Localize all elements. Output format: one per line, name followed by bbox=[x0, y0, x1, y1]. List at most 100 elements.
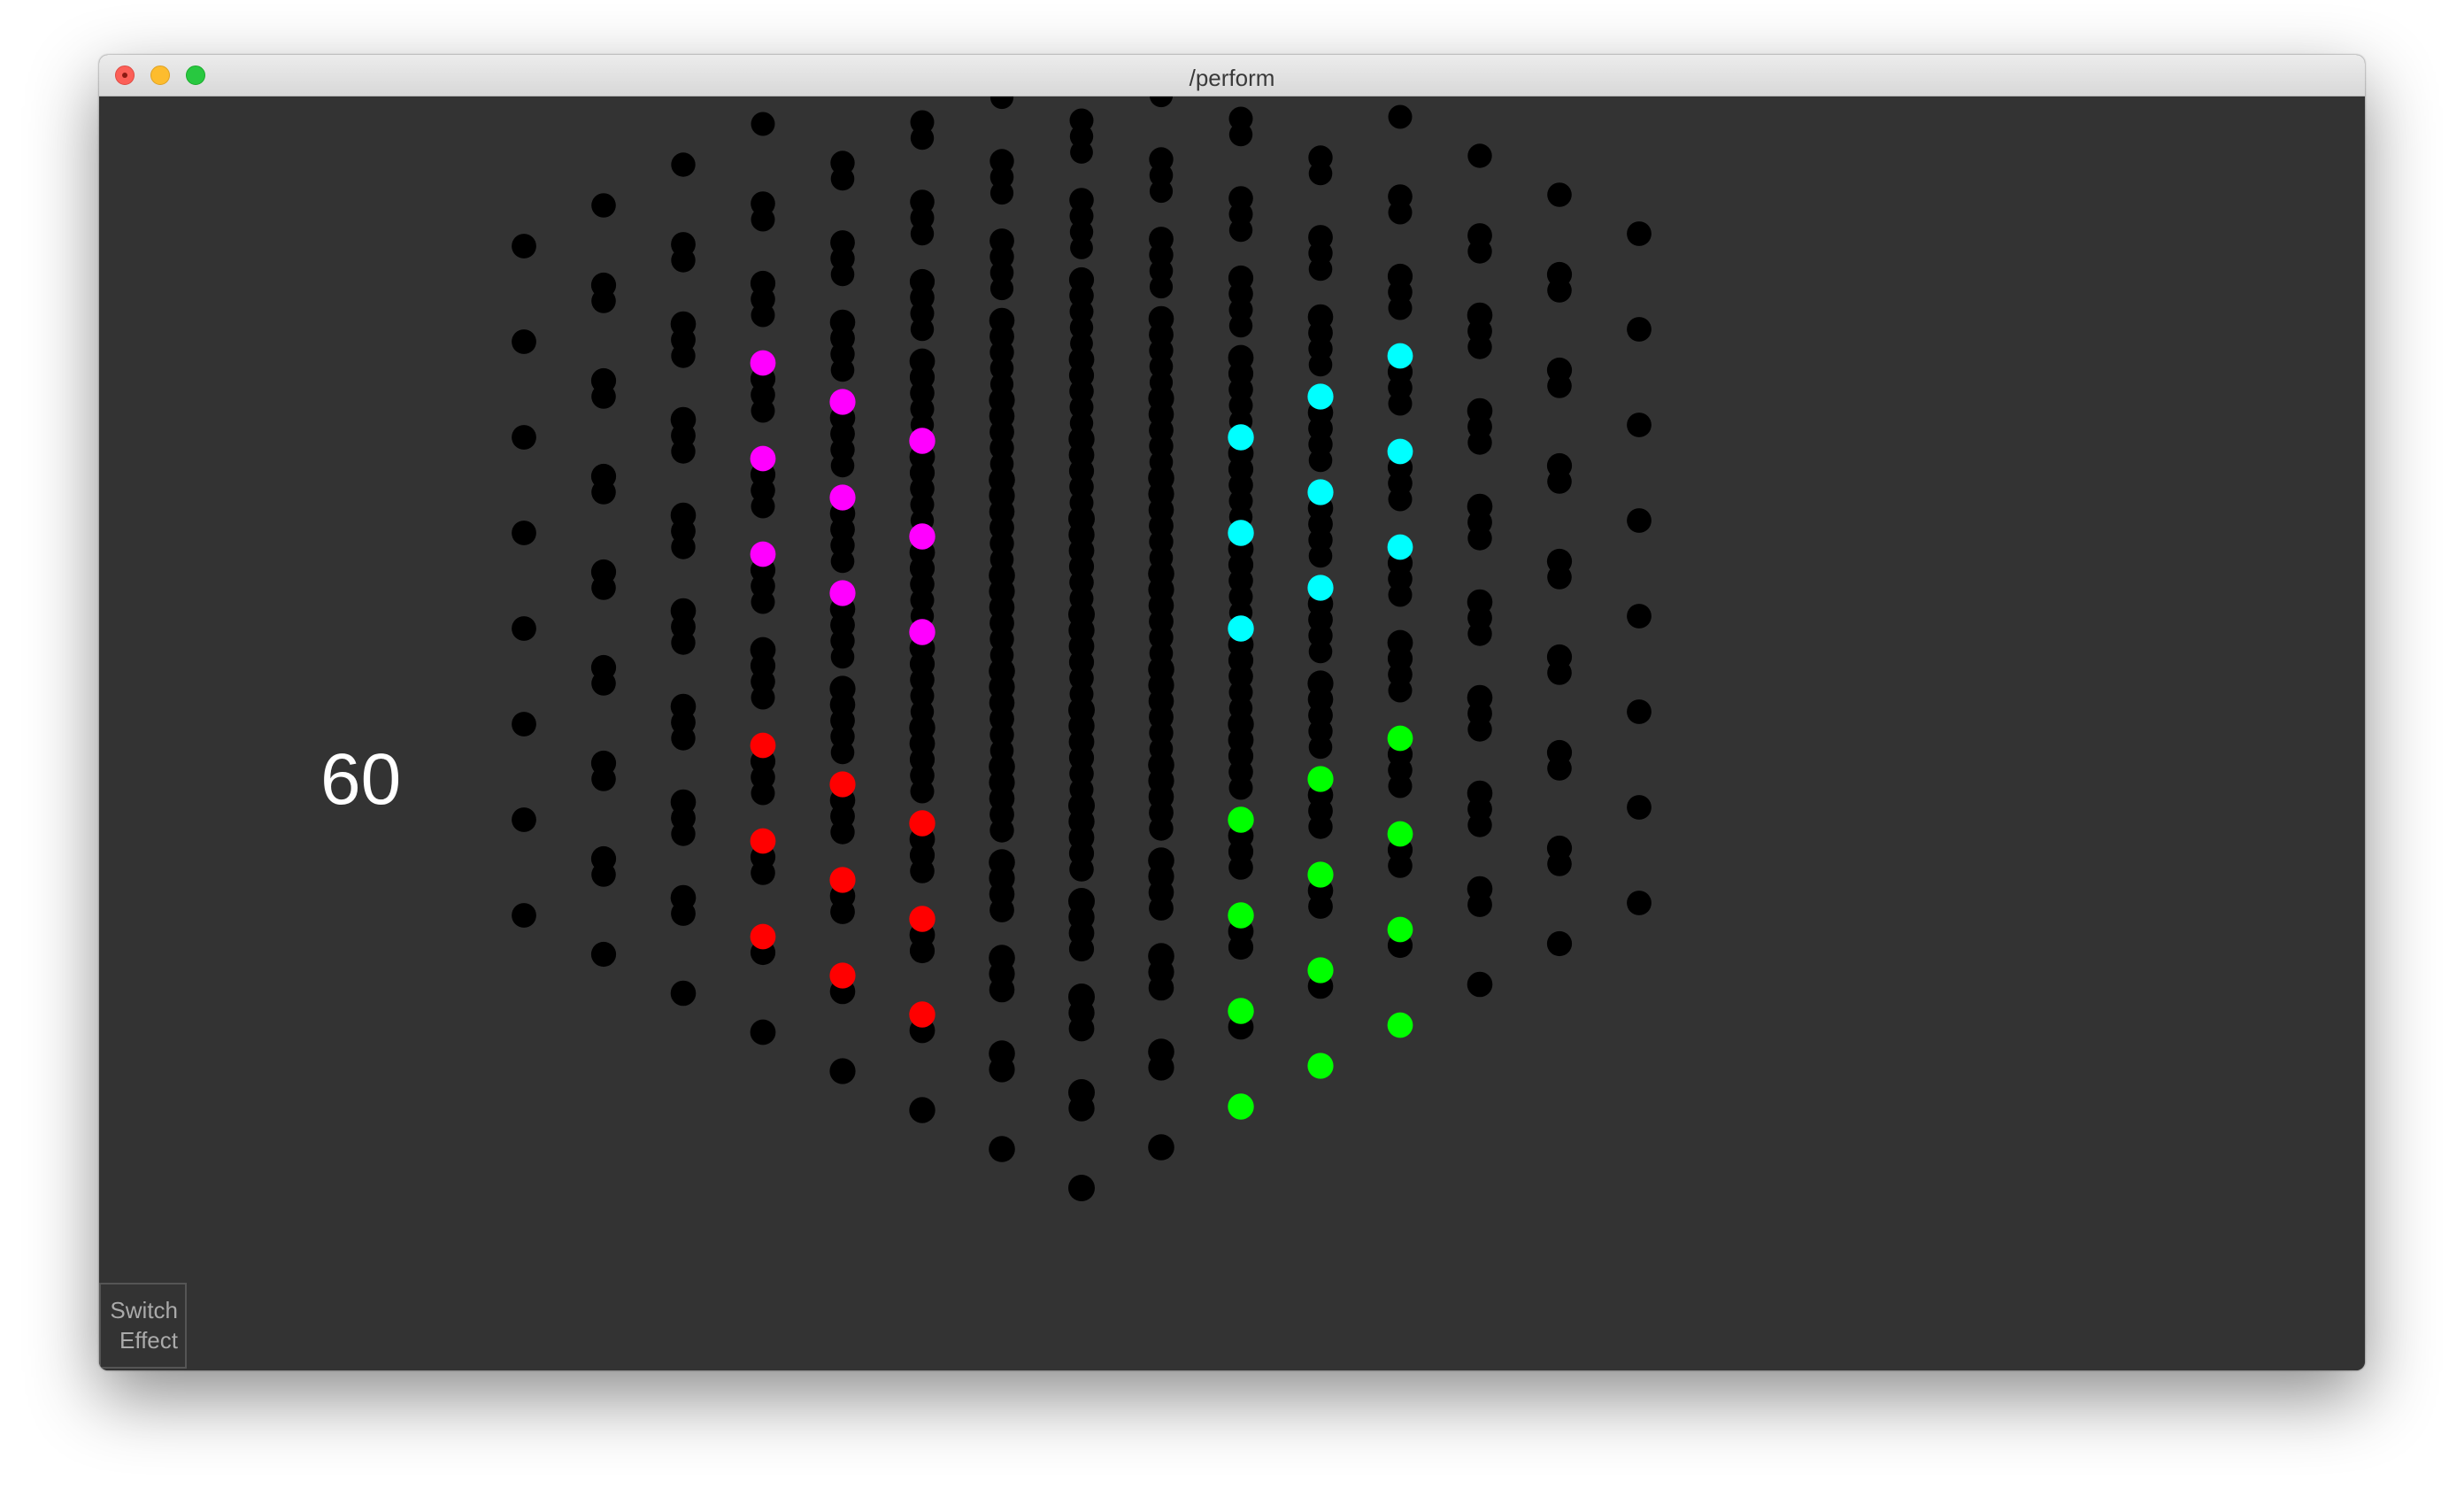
cube-dot bbox=[750, 828, 776, 854]
cube-dot bbox=[1068, 888, 1095, 914]
cube-dot bbox=[590, 559, 617, 585]
cube-dot bbox=[1627, 413, 1652, 437]
cube-dot bbox=[512, 425, 536, 450]
cube-dot bbox=[1387, 725, 1413, 752]
cube-dot bbox=[1387, 343, 1413, 369]
cube-dot bbox=[1467, 589, 1493, 615]
cube-dot bbox=[590, 845, 617, 872]
cube-dot bbox=[989, 149, 1014, 174]
cube-dot bbox=[1308, 225, 1333, 250]
cube-dot bbox=[1228, 902, 1254, 929]
switch-effect-button[interactable]: Switch Effect bbox=[99, 1283, 187, 1369]
cube-dot bbox=[1467, 876, 1493, 902]
render-canvas[interactable]: 60 Switch Effect bbox=[99, 96, 2365, 1370]
cube-dot bbox=[1148, 752, 1174, 778]
cube-dot bbox=[671, 152, 696, 177]
cube-dot bbox=[590, 941, 617, 968]
cube-dot bbox=[1308, 145, 1333, 170]
cube-dot bbox=[1149, 147, 1174, 172]
cube-dot bbox=[989, 96, 1014, 110]
cube-dot bbox=[670, 311, 697, 337]
cube-dot bbox=[829, 580, 856, 606]
cube-dot bbox=[1546, 261, 1573, 288]
cube-dot bbox=[1387, 629, 1413, 656]
cube-dot bbox=[1627, 699, 1652, 724]
cube-dot bbox=[1627, 508, 1652, 533]
cube-dot bbox=[670, 406, 697, 433]
cube-dot bbox=[512, 616, 536, 641]
cube-dot bbox=[1148, 1134, 1174, 1161]
cube-dot bbox=[750, 270, 776, 297]
cube-dot bbox=[1627, 604, 1652, 629]
cube-dot bbox=[909, 810, 936, 837]
cube-dot bbox=[750, 350, 776, 376]
cube-dot bbox=[1387, 1012, 1413, 1038]
cube-dot bbox=[590, 367, 617, 394]
cube-dot bbox=[1068, 792, 1095, 819]
cube-dot bbox=[590, 654, 617, 681]
cube-dot bbox=[1068, 346, 1095, 373]
cube-dot bbox=[1627, 317, 1652, 342]
cube-dot bbox=[989, 1136, 1015, 1162]
title-bar[interactable]: /perform bbox=[99, 55, 2365, 96]
cube-dot bbox=[1467, 780, 1493, 806]
switch-effect-label-line2: Effect bbox=[119, 1327, 178, 1354]
cube-dot bbox=[1068, 426, 1095, 452]
cube-dot bbox=[989, 658, 1015, 684]
cube-dot bbox=[1148, 465, 1174, 491]
cube-dot bbox=[670, 598, 697, 624]
cube-dot bbox=[989, 1040, 1015, 1067]
cube-dot bbox=[909, 714, 936, 741]
cube-dot bbox=[1387, 438, 1413, 465]
cube-dot bbox=[989, 562, 1015, 589]
cube-dot bbox=[1547, 182, 1572, 207]
cube-dot bbox=[1546, 739, 1573, 766]
cube-dot bbox=[989, 945, 1015, 971]
cube-dot bbox=[989, 849, 1015, 876]
cube-dot bbox=[1149, 227, 1174, 251]
cube-dot bbox=[1068, 601, 1095, 628]
cube-dot bbox=[1307, 575, 1334, 601]
cube-dot bbox=[1228, 711, 1254, 737]
cube-dot bbox=[512, 234, 536, 258]
cube-dot bbox=[1148, 385, 1174, 412]
cube-dot bbox=[750, 445, 776, 472]
cube-dot bbox=[1228, 265, 1254, 291]
cube-dot bbox=[910, 189, 935, 214]
cube-dot bbox=[1068, 505, 1095, 532]
cube-dot bbox=[1228, 520, 1254, 546]
cube-dot bbox=[909, 268, 936, 295]
cube-dot bbox=[1387, 821, 1413, 847]
cube-dot bbox=[512, 712, 536, 737]
cube-dot bbox=[909, 1001, 936, 1028]
cube-dot bbox=[989, 753, 1015, 780]
cube-dot bbox=[750, 732, 776, 759]
cube-dot bbox=[909, 523, 936, 550]
cube-dot bbox=[750, 636, 776, 663]
cube-dot bbox=[1228, 424, 1254, 451]
cube-dot bbox=[1228, 186, 1253, 211]
cube-dot bbox=[909, 619, 936, 645]
cube-dot bbox=[1467, 971, 1493, 998]
cube-dot bbox=[1307, 861, 1334, 888]
cube-dot bbox=[1546, 835, 1573, 861]
cube-dot bbox=[1228, 615, 1254, 642]
cube-dot bbox=[670, 884, 697, 911]
cube-dot bbox=[829, 389, 856, 415]
cube-dot bbox=[1149, 96, 1174, 108]
app-window: /perform 60 Switch Effect bbox=[99, 55, 2365, 1370]
cube-dot bbox=[1228, 344, 1254, 371]
cube-dot bbox=[751, 112, 775, 136]
cube-dot bbox=[1467, 684, 1493, 711]
cube-dot bbox=[750, 923, 776, 950]
cube-dot bbox=[750, 541, 776, 567]
cube-dot bbox=[671, 232, 696, 257]
cube-dot bbox=[989, 307, 1015, 334]
fps-counter: 60 bbox=[320, 739, 402, 820]
cube-dot bbox=[1068, 1079, 1095, 1106]
cube-dot bbox=[512, 903, 536, 928]
cube-dot bbox=[1307, 1053, 1334, 1079]
cube-dot bbox=[1148, 943, 1174, 969]
cube-dot bbox=[909, 428, 936, 454]
cube-dot bbox=[1228, 106, 1253, 131]
